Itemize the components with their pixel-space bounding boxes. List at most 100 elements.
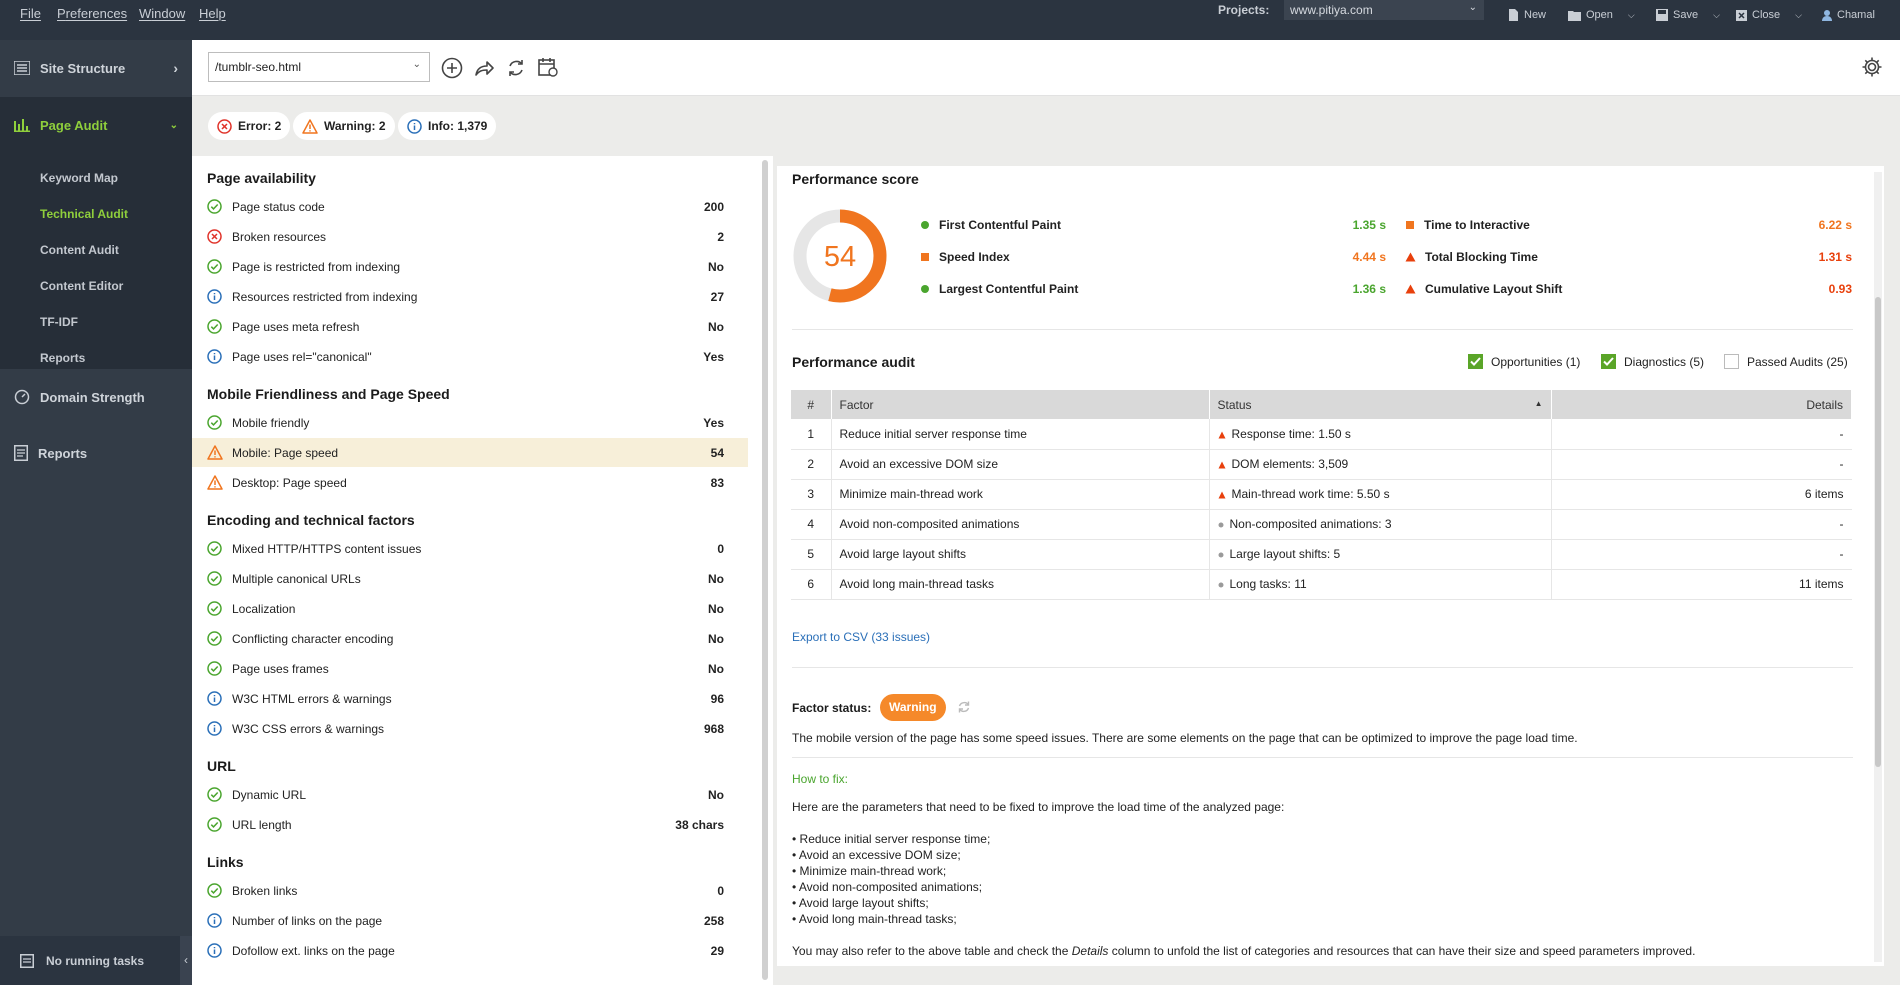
sidebar-item-label: Site Structure	[40, 60, 126, 76]
factor-row[interactable]: Mixed HTTP/HTTPS content issues 0	[192, 534, 748, 563]
audit-icon	[14, 119, 30, 132]
page-audit-submenu: Keyword Map Technical Audit Content Audi…	[0, 153, 192, 369]
table-row[interactable]: 2 Avoid an excessive DOM size DOM elements…	[791, 449, 1852, 480]
factor-row[interactable]: Localization No	[192, 594, 748, 623]
column-header-factor[interactable]: Factor	[831, 390, 1210, 419]
projects-label: Projects:	[1218, 3, 1270, 17]
details-scrollbar[interactable]	[1874, 172, 1882, 962]
checkbox-unchecked-icon[interactable]	[1724, 354, 1739, 369]
factor-row[interactable]: Mobile friendly Yes	[192, 408, 748, 437]
factor-value: Yes	[703, 349, 724, 364]
url-select[interactable]: /tumblr-seo.html ⌄	[208, 52, 430, 82]
sidebar-subitem-technical-audit[interactable]: Technical Audit	[40, 207, 128, 221]
factor-row[interactable]: W3C CSS errors & warnings 968	[192, 714, 748, 743]
row-factor: Reduce initial server response time	[831, 419, 1210, 450]
factors-scrollbar[interactable]	[758, 156, 772, 985]
metric-value: 1.35 s	[1352, 218, 1386, 232]
sidebar-item-reports[interactable]: Reports	[0, 425, 192, 481]
factor-row[interactable]: W3C HTML errors & warnings 96	[192, 684, 748, 713]
table-row[interactable]: 6 Avoid long main-thread tasks Long tasks:…	[791, 569, 1852, 600]
project-select[interactable]: www.pitiya.com ⌄	[1284, 0, 1484, 20]
save-button[interactable]: Save ⌵	[1656, 5, 1720, 25]
factor-row[interactable]: Conflicting character encoding No	[192, 624, 748, 653]
open-button[interactable]: Open ⌵	[1568, 5, 1635, 25]
factor-row[interactable]: Page uses rel="canonical" Yes	[192, 342, 748, 371]
scrollbar-thumb[interactable]	[1875, 297, 1881, 767]
row-details-link[interactable]: 6 items	[1551, 479, 1852, 510]
filter-checkbox[interactable]: Passed Audits (25)	[1724, 354, 1848, 369]
filter-checkbox[interactable]: Diagnostics (5)	[1601, 354, 1704, 369]
info-icon	[207, 913, 222, 928]
info-count-badge[interactable]: Info: 1,379	[398, 112, 497, 140]
error-count-badge[interactable]: Error: 2	[208, 112, 291, 140]
chevron-down-icon[interactable]: ⌵	[1628, 10, 1635, 21]
factor-label: Page uses meta refresh	[232, 319, 360, 334]
close-button-label: Close	[1752, 9, 1781, 21]
factor-value: 0	[717, 541, 724, 556]
chevron-down-icon[interactable]: ⌵	[1795, 10, 1802, 21]
table-row[interactable]: 1 Reduce initial server response time Resp…	[791, 419, 1852, 450]
column-header-status[interactable]: Status ▲	[1209, 390, 1552, 419]
menu-help[interactable]: Help	[199, 6, 226, 21]
user-menu[interactable]: Chamal	[1822, 5, 1875, 25]
factor-row[interactable]: Broken links 0	[192, 876, 748, 905]
schedule-icon[interactable]	[537, 56, 559, 78]
warning-count-badge[interactable]: Warning: 2	[293, 112, 395, 140]
checkbox-checked-icon[interactable]	[1468, 354, 1483, 369]
sidebar-item-page-audit[interactable]: Page Audit ⌄	[0, 97, 192, 153]
menu-window[interactable]: Window	[139, 6, 185, 21]
factor-row[interactable]: URL length 38 chars	[192, 810, 748, 839]
row-number: 3	[791, 479, 832, 510]
share-icon[interactable]	[473, 57, 495, 79]
factor-row[interactable]: Dynamic URL No	[192, 780, 748, 809]
chevron-down-icon[interactable]: ⌵	[1713, 10, 1720, 21]
menu-preferences[interactable]: Preferences	[57, 6, 127, 21]
check-circle-icon	[207, 571, 222, 586]
filter-checkbox[interactable]: Opportunities (1)	[1468, 354, 1580, 369]
collapse-sidebar-button[interactable]: ‹	[180, 936, 192, 985]
sidebar-item-site-structure[interactable]: Site Structure ›	[0, 40, 192, 96]
performance-score-gauge: 54	[793, 209, 887, 303]
fix-list-item: • Reduce initial server response time;	[792, 832, 990, 846]
sort-asc-icon[interactable]: ▲	[1535, 399, 1543, 408]
factor-row[interactable]: Multiple canonical URLs No	[192, 564, 748, 593]
table-row[interactable]: 4 Avoid non-composited animations Non-comp…	[791, 509, 1852, 540]
gear-icon[interactable]	[1861, 56, 1883, 78]
factor-row[interactable]: Broken resources 2	[192, 222, 748, 251]
add-circle-icon[interactable]	[441, 57, 463, 79]
sidebar-subitem-content-editor[interactable]: Content Editor	[40, 279, 123, 293]
menu-file[interactable]: File	[20, 6, 41, 21]
row-details-link[interactable]: 11 items	[1551, 569, 1852, 600]
new-button[interactable]: New	[1508, 5, 1546, 25]
checkbox-checked-icon[interactable]	[1601, 354, 1616, 369]
factor-row[interactable]: Resources restricted from indexing 27	[192, 282, 748, 311]
recheck-icon[interactable]	[957, 700, 971, 714]
factor-row[interactable]: Number of links on the page 258	[192, 906, 748, 935]
check-circle-icon	[207, 259, 222, 274]
tasks-bar[interactable]: No running tasks	[0, 936, 192, 985]
factor-label: Broken links	[232, 883, 298, 898]
how-to-fix-heading: How to fix:	[792, 772, 849, 786]
factor-row[interactable]: Dofollow ext. links on the page 29	[192, 936, 748, 965]
table-row[interactable]: 5 Avoid large layout shifts Large layout s…	[791, 539, 1852, 570]
factor-label: Resources restricted from indexing	[232, 289, 418, 304]
column-header-number[interactable]: #	[791, 390, 832, 419]
factor-row[interactable]: Page status code 200	[192, 192, 748, 221]
sidebar-subitem-content-audit[interactable]: Content Audit	[40, 243, 119, 257]
refresh-icon[interactable]	[505, 57, 527, 79]
sidebar-subitem-tf-idf[interactable]: TF-IDF	[40, 315, 78, 329]
factor-row[interactable]: Page uses meta refresh No	[192, 312, 748, 341]
export-csv-link[interactable]: Export to CSV (33 issues)	[792, 630, 930, 644]
factor-row[interactable]: Desktop: Page speed 83	[192, 468, 748, 497]
close-button[interactable]: Close ⌵	[1736, 5, 1802, 25]
factor-row[interactable]: Mobile: Page speed 54	[192, 438, 748, 467]
sidebar-subitem-reports[interactable]: Reports	[40, 351, 85, 365]
scrollbar-thumb[interactable]	[762, 160, 768, 980]
sidebar-item-domain-strength[interactable]: Domain Strength	[0, 369, 192, 425]
section-title: Encoding and technical factors	[207, 512, 415, 528]
factor-row[interactable]: Page uses frames No	[192, 654, 748, 683]
sidebar-subitem-keyword-map[interactable]: Keyword Map	[40, 171, 118, 185]
column-header-details[interactable]: Details	[1551, 390, 1852, 419]
factor-row[interactable]: Page is restricted from indexing No	[192, 252, 748, 281]
table-row[interactable]: 3 Minimize main-thread work Main-thread wo…	[791, 479, 1852, 510]
